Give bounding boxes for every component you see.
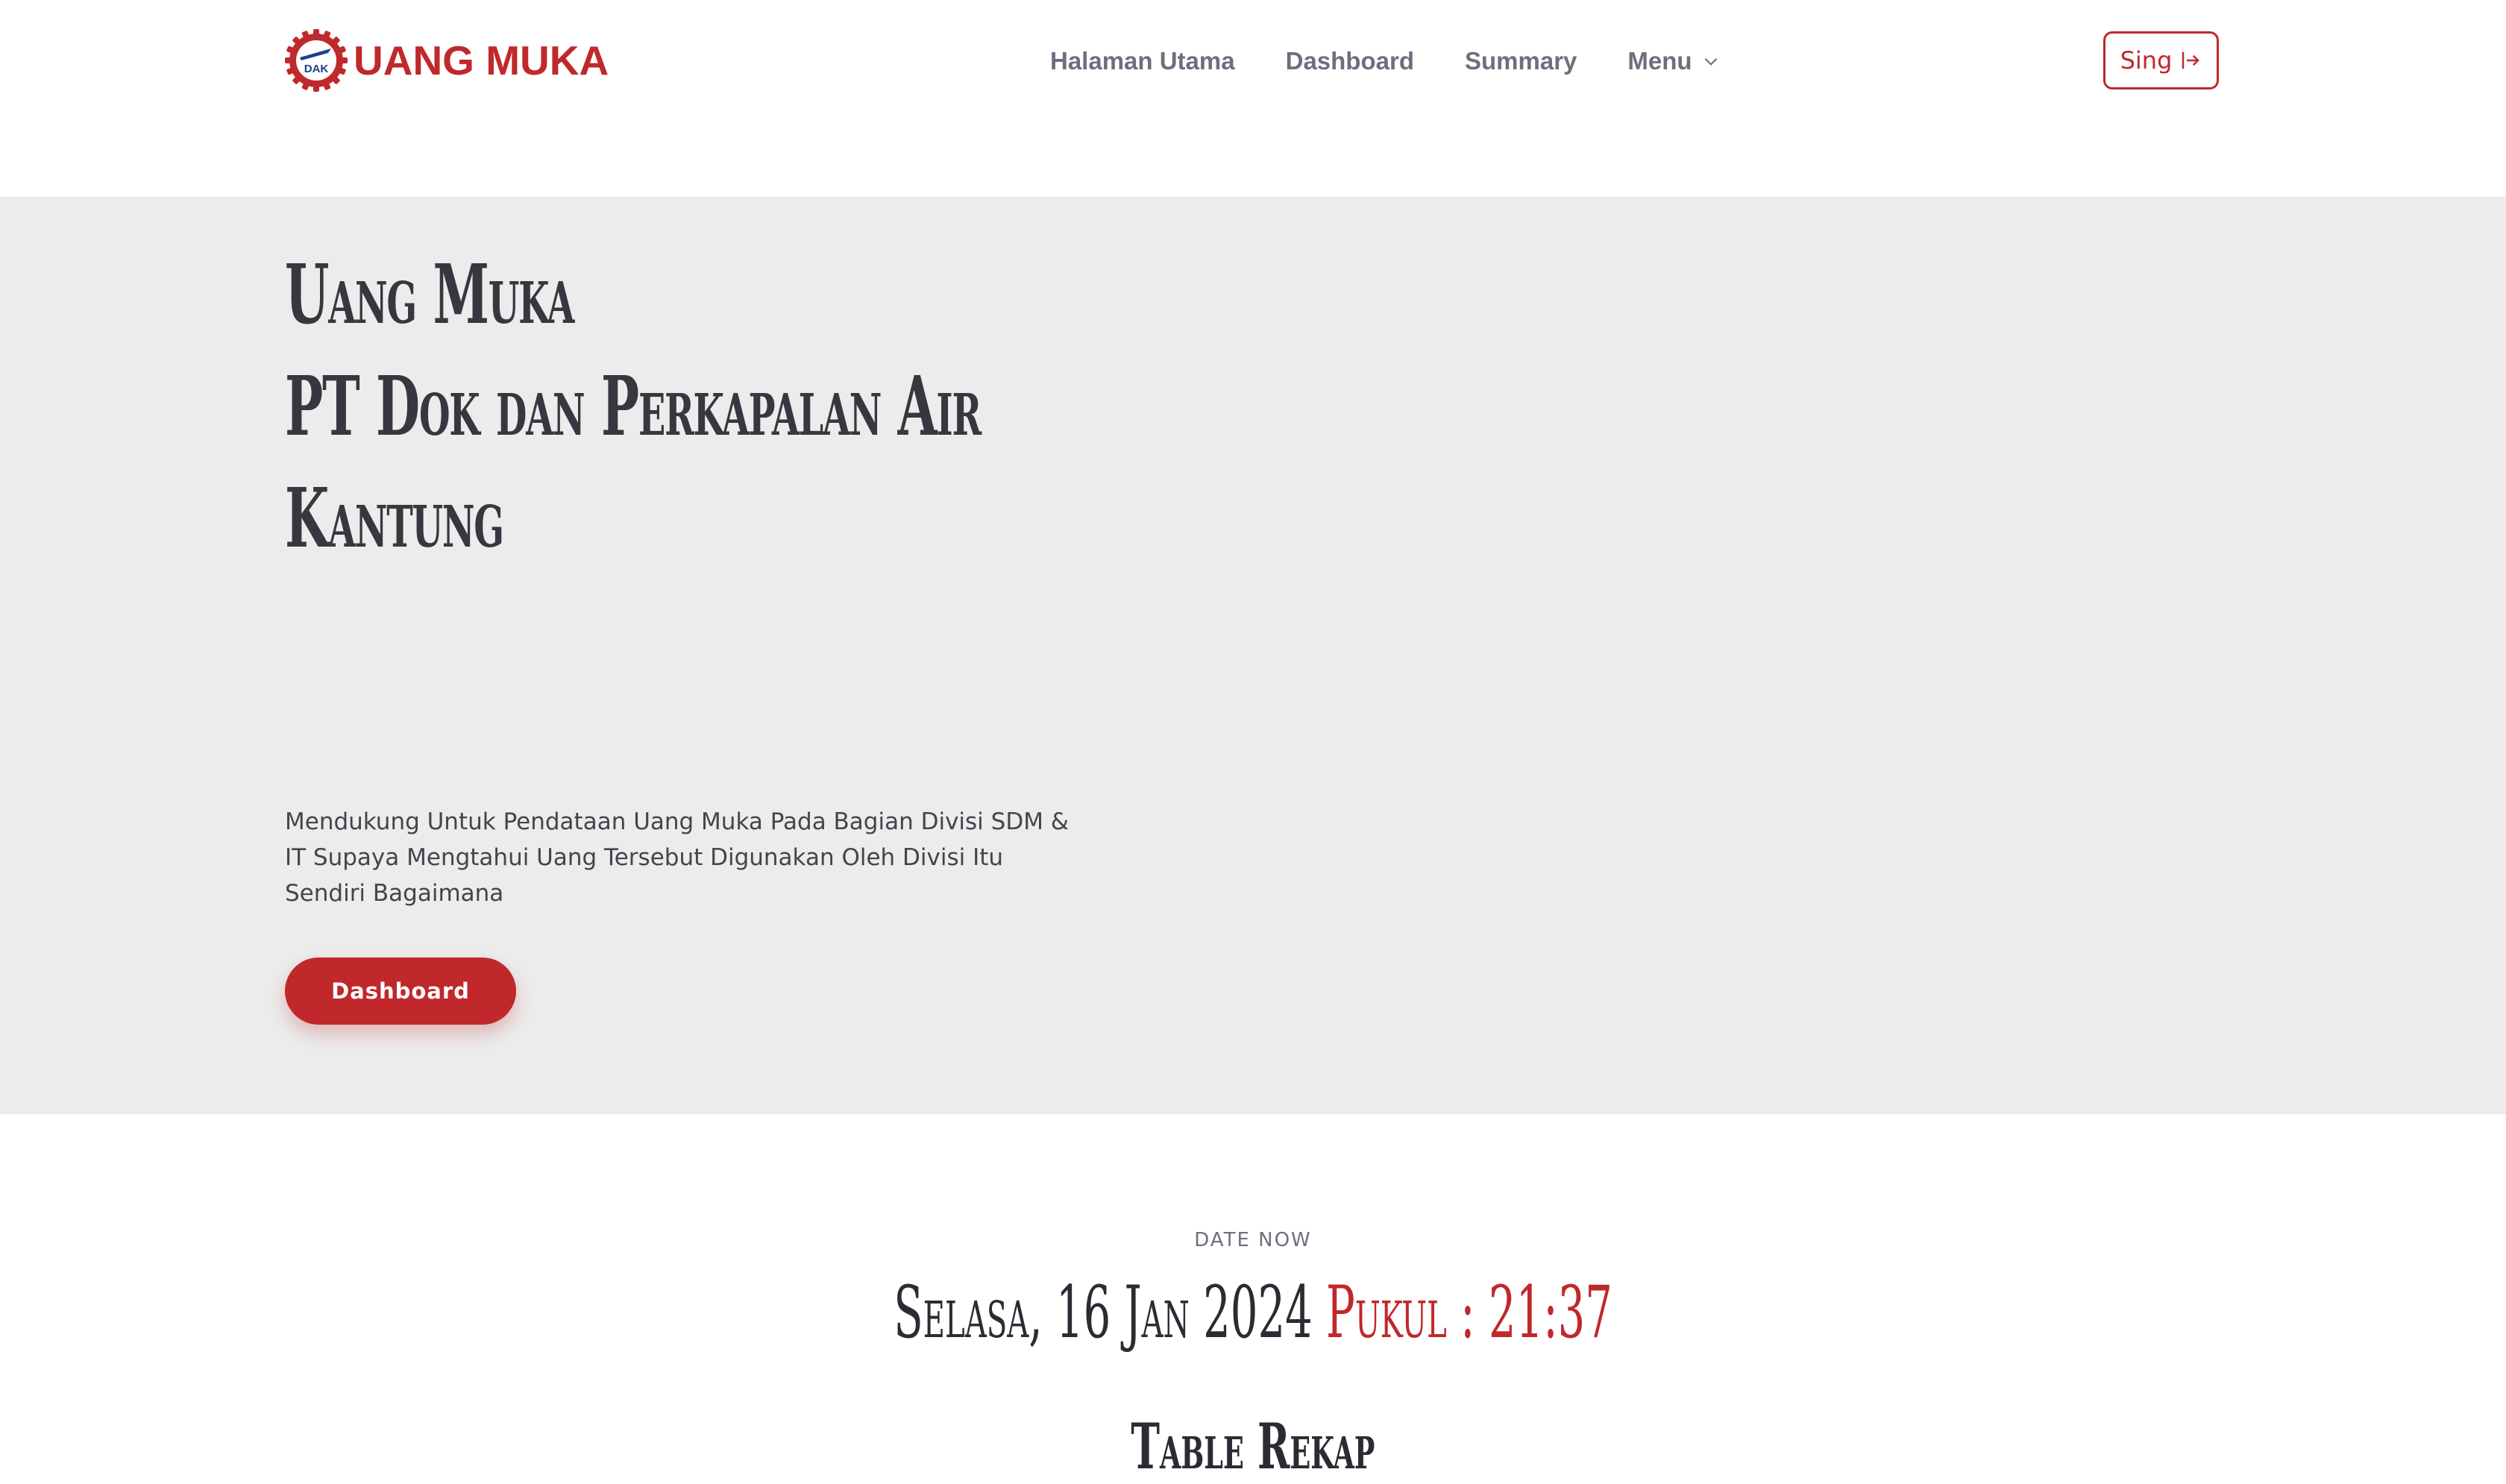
svg-text:DAK: DAK <box>304 63 329 75</box>
hero-title-line-2: PT Dok dan Perkapalan Air <box>285 358 982 454</box>
nav-menu-dropdown[interactable]: Menu <box>1627 47 1720 75</box>
hero-description: Mendukung Untuk Pendataan Uang Muka Pada… <box>285 808 1069 907</box>
nav-menu-label: Menu <box>1627 47 1692 75</box>
hero-title-line-1: Uang Muka <box>285 246 574 342</box>
sign-in-label: Sing <box>2120 46 2173 75</box>
top-navbar: DAK UANG MUKA Halaman Utama Dashboard Su… <box>0 0 2506 197</box>
table-section-heading: Table Rekap <box>0 1409 2506 1484</box>
current-date: Selasa, 16 Jan 2024 <box>894 1271 1313 1354</box>
hero-dashboard-button[interactable]: Dashboard <box>285 958 516 1025</box>
date-time-display: Selasa, 16 Jan 2024 Pukul : 21:37 <box>0 1268 2506 1357</box>
date-now-label: DATE NOW <box>1194 1229 1312 1251</box>
main-nav: Halaman Utama Dashboard Summary Menu <box>1050 40 1721 82</box>
nav-summary[interactable]: Summary <box>1465 47 1577 75</box>
chevron-down-icon <box>1704 57 1717 66</box>
hero-title-line-3: Kantung <box>285 470 504 566</box>
nav-halaman-utama[interactable]: Halaman Utama <box>1050 47 1235 75</box>
brand-name: UANG MUKA <box>354 37 609 84</box>
current-time: 21:37 <box>1488 1271 1612 1354</box>
brand[interactable]: DAK UANG MUKA <box>285 27 609 94</box>
hero-title: Uang Muka PT Dok dan Perkapalan Air Kant… <box>285 239 982 574</box>
table-heading-text: Table Rekap <box>1131 1409 1375 1483</box>
nav-dashboard[interactable]: Dashboard <box>1286 47 1414 75</box>
time-prefix: Pukul : <box>1325 1271 1475 1354</box>
sign-in-icon <box>2182 51 2200 69</box>
company-logo-icon: DAK <box>285 29 348 92</box>
sign-in-button[interactable]: Sing <box>2103 31 2219 89</box>
